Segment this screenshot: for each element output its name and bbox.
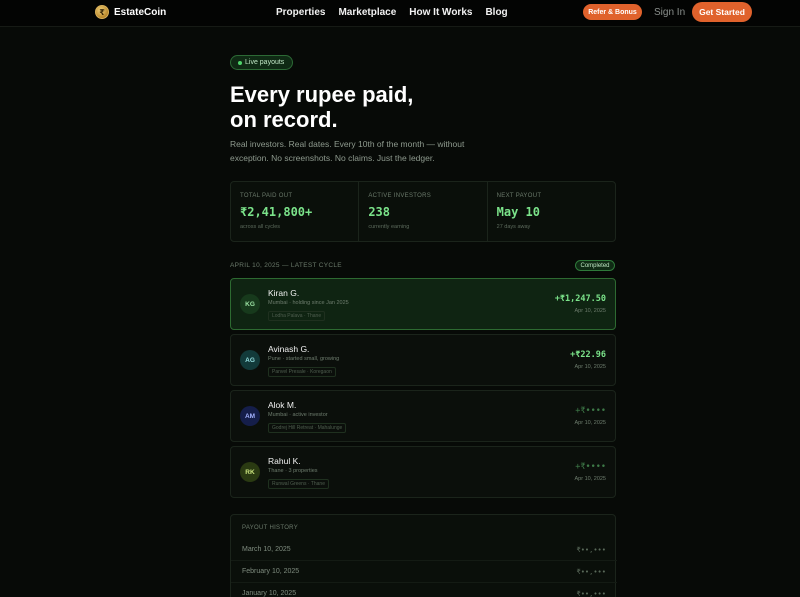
cycle-label: APRIL 10, 2025 — LATEST CYCLE [230,262,342,269]
title-line-2: on record. [230,107,338,132]
nav-link-marketplace[interactable]: Marketplace [338,7,396,18]
property-tag: Godrej Hill Retreat · Mahalunge [268,423,347,433]
nav-link-how-it-works[interactable]: How It Works [409,7,472,18]
stat-value: ₹2,41,800+ [240,205,313,219]
payout-amount: +₹1,247.50 [554,294,606,304]
stat-note: 27 days away [496,224,531,230]
property-tag: Panvel Presale · Koregaon [268,367,336,377]
top-nav: ₹ EstateCoin Properties Marketplace How … [0,0,800,27]
avatar: AG [240,350,260,370]
investor-meta: Mumbai · active investor [268,412,328,418]
page-title: Every rupee paid, on record. [230,82,590,132]
nav-link-blog[interactable]: Blog [485,7,507,18]
history-amount: ₹••,••• [576,568,606,576]
investor-meta: Pune · started small, growing [268,356,340,362]
investor-meta: Thane · 3 properties [268,468,318,474]
stat-note: currently earning [368,224,410,230]
stat-value: May 10 [496,205,541,219]
stat-total-paid: TOTAL PAID OUT ₹2,41,800+ across all cyc… [231,182,360,241]
stat-label: TOTAL PAID OUT [240,193,293,199]
avatar: KG [240,294,260,314]
payout-card[interactable]: AG Avinash G. Pune · started small, grow… [230,334,616,386]
history-date: January 10, 2025 [242,590,297,597]
coin-logo-icon: ₹ [95,5,109,19]
payout-amount: +₹•••• [575,406,606,416]
stat-value: 238 [368,205,391,219]
payout-history-panel: PAYOUT HISTORY March 10, 2025 ₹••,••• Fe… [230,514,617,597]
history-date: March 10, 2025 [242,546,291,553]
history-row[interactable]: February 10, 2025 ₹••,••• [231,561,617,583]
avatar: RK [240,462,260,482]
stat-active-investors: ACTIVE INVESTORS 238 currently earning [359,182,488,241]
investor-name: Kiran G. [268,288,300,298]
payout-date: Apr 10, 2025 [574,476,607,482]
refer-bonus-button[interactable]: Refer & Bonus [583,4,642,20]
payout-date: Apr 10, 2025 [574,420,607,426]
history-row[interactable]: March 10, 2025 ₹••,••• [231,539,617,561]
live-dot-icon [238,61,242,65]
investor-meta: Mumbai · holding since Jan 2025 [268,300,349,306]
payout-card[interactable]: RK Rahul K. Thane · 3 properties Runwal … [230,446,616,498]
stat-next-payout: NEXT PAYOUT May 10 27 days away [488,182,615,241]
nav-link-properties[interactable]: Properties [276,7,325,18]
page-subtitle: Real investors. Real dates. Every 10th o… [230,139,465,163]
history-date: February 10, 2025 [242,568,300,575]
payout-date: Apr 10, 2025 [574,308,607,314]
avatar: AM [240,406,260,426]
live-payouts-label: Live payouts [245,59,285,66]
stats-panel: TOTAL PAID OUT ₹2,41,800+ across all cyc… [230,181,616,242]
title-line-1: Every rupee paid, [230,82,414,107]
sign-in-link[interactable]: Sign In [654,7,685,18]
stat-label: NEXT PAYOUT [496,193,542,199]
stat-note: across all cycles [240,224,281,230]
property-tag: Lodha Palava · Thane [268,311,326,321]
get-started-button[interactable]: Get Started [692,2,752,22]
history-amount: ₹••,••• [576,590,606,597]
brand-name: EstateCoin [114,6,167,18]
history-row[interactable]: January 10, 2025 ₹••,••• [231,583,617,597]
payout-card[interactable]: AM Alok M. Mumbai · active investor Godr… [230,390,616,442]
status-badge: Completed [575,260,615,271]
payout-date: Apr 10, 2025 [574,364,607,370]
nav-links: Properties Marketplace How It Works Blog [276,7,508,18]
live-payouts-badge: Live payouts [230,55,294,70]
logo[interactable]: ₹ EstateCoin [95,5,166,19]
payout-card[interactable]: KG Kiran G. Mumbai · holding since Jan 2… [230,278,616,330]
property-tag: Runwal Greens · Thane [268,479,329,489]
stat-label: ACTIVE INVESTORS [368,193,432,199]
payout-amount: +₹22.96 [570,350,606,360]
investor-name: Avinash G. [268,344,310,354]
investor-name: Rahul K. [268,456,301,466]
investor-name: Alok M. [268,400,297,410]
history-title: PAYOUT HISTORY [242,525,298,531]
payout-amount: +₹•••• [575,462,606,472]
history-amount: ₹••,••• [576,546,606,554]
